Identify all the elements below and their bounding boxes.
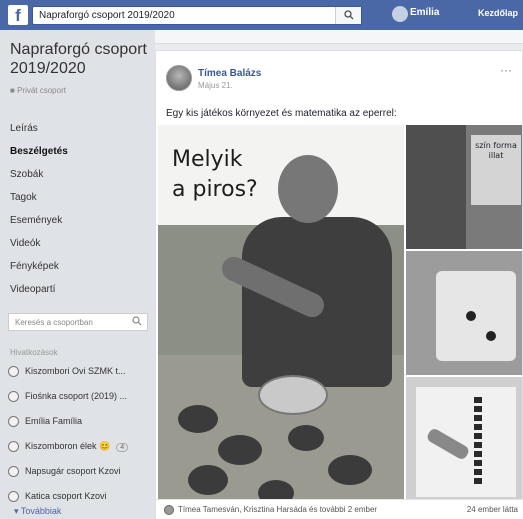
nav-item-rooms[interactable]: Szobák <box>10 169 43 180</box>
post-photo-thumb-2[interactable] <box>406 251 522 375</box>
group-search-placeholder: Keresés a csoportban <box>15 318 93 327</box>
shortcut-item[interactable]: Kiszomboron élek 😊 4 <box>8 441 129 453</box>
shortcut-label: Katica csoport Kzovi <box>25 491 107 501</box>
photo-leaf <box>188 465 228 495</box>
previous-post-edge <box>155 30 523 44</box>
photo-strawberry <box>466 311 476 321</box>
group-icon <box>8 491 19 503</box>
post-photo-thumb-1[interactable]: szín forma illat <box>406 125 522 249</box>
notification-count-badge: 4 <box>116 443 129 452</box>
nav-item-events[interactable]: Események <box>10 215 62 226</box>
shortcut-label: Napsugár csoport Kzovi <box>25 466 121 476</box>
search-icon <box>344 10 354 20</box>
photo-strawberry <box>486 331 496 341</box>
group-feed: Tímea Balázs Május 21. ··· Egy kis játék… <box>155 30 523 519</box>
post-author[interactable]: Tímea Balázs <box>198 68 261 79</box>
group-title[interactable]: Napraforgó csoport 2019/2020 <box>10 40 155 78</box>
caption-line-2: a piros? <box>172 177 258 202</box>
group-search-input[interactable]: Keresés a csoportban <box>8 313 148 331</box>
photo-label: szín forma illat <box>475 141 517 160</box>
shortcut-label: Fiośnka csoport (2019) ... <box>25 391 128 401</box>
shortcut-label: Emília Família <box>25 416 83 426</box>
home-link[interactable]: Kezdőlap <box>478 8 518 18</box>
group-icon <box>8 441 19 453</box>
post-photo-thumb-3[interactable] <box>406 377 522 517</box>
post-photo-main[interactable]: Melyik a piros? <box>158 125 404 517</box>
shortcut-item[interactable]: Napsugár csoport Kzovi <box>8 466 121 478</box>
privacy-label: ■ Privát csoport <box>10 86 66 95</box>
more-shortcuts-link[interactable]: ▾ Továbbiak <box>14 506 61 517</box>
post-text: Egy kis játékos környezet és matematika … <box>166 108 397 119</box>
photo-leaf <box>178 405 218 433</box>
nav-item-photos[interactable]: Fényképek <box>10 261 59 272</box>
shortcut-item[interactable]: Katica csoport Kzovi <box>8 491 107 503</box>
shortcut-item[interactable]: Fiośnka csoport (2019) ... <box>8 391 128 403</box>
nav-item-videos[interactable]: Videók <box>10 238 40 249</box>
photo-shape <box>406 125 466 249</box>
search-icon <box>132 316 142 326</box>
group-icon <box>8 391 19 403</box>
top-navigation-bar: f Napraforgó csoport 2019/2020 Emília Ke… <box>0 0 523 30</box>
feed-post: Tímea Balázs Május 21. ··· Egy kis játék… <box>155 50 523 519</box>
nav-item-watch-party[interactable]: Videopartí <box>10 284 55 295</box>
family-icon <box>8 416 19 428</box>
shortcut-item[interactable]: Kiszombori Ovi SZMK t... <box>8 366 126 378</box>
seen-count[interactable]: 24 ember látta <box>467 505 518 514</box>
photo-person-head <box>278 155 338 223</box>
search-input[interactable]: Napraforgó csoport 2019/2020 <box>32 6 362 25</box>
user-name-link[interactable]: Emília <box>410 7 439 18</box>
post-timestamp[interactable]: Május 21. <box>198 81 233 90</box>
photo-caption: Melyik a piros? <box>172 145 258 205</box>
shortcut-label: Kiszombori Ovi SZMK t... <box>25 366 126 376</box>
lock-icon: ■ <box>10 86 18 95</box>
shortcut-label: Kiszomboron élek 😊 <box>25 441 111 451</box>
photo-leaf <box>288 425 324 451</box>
post-footer: Tímea Tamesván, Krisztina Harsáda és tov… <box>156 499 523 519</box>
group-sidebar: Napraforgó csoport 2019/2020 ■ Privát cs… <box>0 30 155 519</box>
photo-bowl <box>258 375 328 415</box>
group-icon <box>8 366 19 378</box>
facebook-logo[interactable]: f <box>8 5 28 25</box>
author-avatar[interactable] <box>166 65 192 91</box>
search-value: Napraforgó csoport 2019/2020 <box>39 10 175 21</box>
nav-item-description[interactable]: Leírás <box>10 123 38 134</box>
post-options-button[interactable]: ··· <box>500 63 512 77</box>
photo-strawberry-column <box>474 397 482 487</box>
reactions-summary[interactable]: Tímea Tamesván, Krisztina Harsáda és tov… <box>178 505 377 514</box>
nav-item-members[interactable]: Tagok <box>10 192 37 203</box>
user-avatar[interactable] <box>392 6 408 22</box>
reaction-icon <box>164 505 174 515</box>
nav-item-discussion[interactable]: Beszélgetés <box>10 146 68 157</box>
photo-shape <box>436 271 516 361</box>
shortcut-item[interactable]: Emília Família <box>8 416 83 428</box>
photo-leaf <box>218 435 262 465</box>
photo-leaf <box>328 455 372 485</box>
group-icon <box>8 466 19 478</box>
shortcuts-heading: Hivatkozások <box>10 348 58 357</box>
caption-line-1: Melyik <box>172 147 243 172</box>
privacy-text: Privát csoport <box>17 86 66 95</box>
search-button[interactable] <box>335 7 361 24</box>
